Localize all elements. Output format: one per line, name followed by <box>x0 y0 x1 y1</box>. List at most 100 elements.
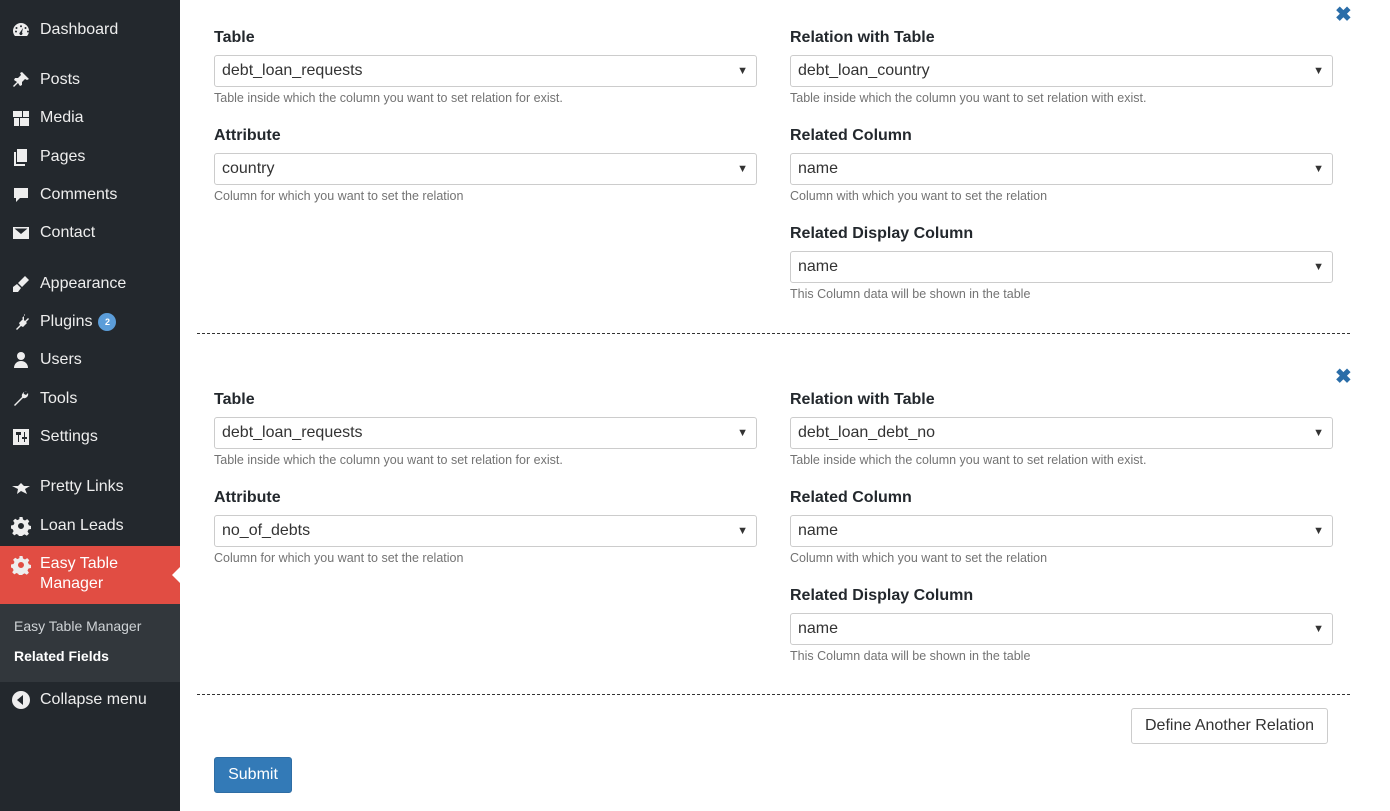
table-label: Table <box>214 29 255 46</box>
remove-relation-close-icon[interactable]: ✖ <box>1335 367 1352 387</box>
brush-icon <box>10 273 32 295</box>
admin-sidebar: Dashboard Posts Media Pages Comments Con… <box>0 0 180 811</box>
related-display-column-label: Related Display Column <box>790 225 974 242</box>
relation-table-help-text: Table inside which the column you want t… <box>790 91 1147 105</box>
dropdown-arrow-icon: ▼ <box>1313 65 1324 77</box>
related-column-label: Related Column <box>790 127 912 144</box>
table-help-text: Table inside which the column you want t… <box>214 91 563 105</box>
sidebar-item-label: Dashboard <box>40 21 119 38</box>
gear-icon <box>10 515 32 537</box>
define-another-relation-button[interactable]: Define Another Relation <box>1131 708 1328 744</box>
sidebar-item-label: Tools <box>40 390 78 407</box>
relation-table-select-value: debt_loan_country <box>798 62 930 79</box>
related-display-column-label: Related Display Column <box>790 587 974 604</box>
relation-table-label: Relation with Table <box>790 29 935 46</box>
collapse-icon <box>10 689 32 711</box>
table-select[interactable]: debt_loan_requests ▼ <box>214 55 757 87</box>
sidebar-item-pretty-links[interactable]: Pretty Links <box>0 469 180 505</box>
user-icon <box>10 349 32 371</box>
remove-relation-close-icon[interactable]: ✖ <box>1335 5 1352 25</box>
related-column-help-text: Column with which you want to set the re… <box>790 189 1048 203</box>
sidebar-item-label: Contact <box>40 224 96 241</box>
sidebar-item-label: Users <box>40 351 82 368</box>
gear-icon <box>10 554 32 576</box>
sidebar-item-contact[interactable]: Contact <box>0 215 180 251</box>
dashboard-icon <box>10 19 32 41</box>
relation-table-label: Relation with Table <box>790 391 935 408</box>
sidebar-item-comments[interactable]: Comments <box>0 177 180 213</box>
sidebar-item-label: Plugins <box>40 313 93 330</box>
sidebar-item-plugins[interactable]: Plugins 2 <box>0 304 180 340</box>
update-count-badge: 2 <box>98 313 117 331</box>
related-column-select[interactable]: name ▼ <box>790 153 1333 185</box>
collapse-menu-button[interactable]: Collapse menu <box>0 682 180 718</box>
related-display-column-select[interactable]: name ▼ <box>790 251 1333 283</box>
related-column-help-text: Column with which you want to set the re… <box>790 551 1048 565</box>
table-select[interactable]: debt_loan_requests ▼ <box>214 417 757 449</box>
attribute-help-text: Column for which you want to set the rel… <box>214 189 464 203</box>
dropdown-arrow-icon: ▼ <box>1313 427 1324 439</box>
dropdown-arrow-icon: ▼ <box>1313 261 1324 273</box>
sidebar-item-label: Pretty Links <box>40 478 124 495</box>
submenu: Easy Table Manager Related Fields <box>0 604 180 682</box>
settings-icon <box>10 426 32 448</box>
attribute-select-value: country <box>222 160 275 177</box>
dropdown-arrow-icon: ▼ <box>737 163 748 175</box>
related-display-column-help-text: This Column data will be shown in the ta… <box>790 287 1031 301</box>
related-display-column-select-value: name <box>798 258 839 275</box>
sidebar-item-dashboard[interactable]: Dashboard <box>0 12 180 48</box>
relation-table-select[interactable]: debt_loan_debt_no ▼ <box>790 417 1333 449</box>
relation-divider <box>197 694 1350 695</box>
table-label: Table <box>214 391 255 408</box>
sidebar-item-label: Comments <box>40 186 118 203</box>
sidebar-item-users[interactable]: Users <box>0 342 180 378</box>
sidebar-item-loan-leads[interactable]: Loan Leads <box>0 508 180 544</box>
relation-table-select[interactable]: debt_loan_country ▼ <box>790 55 1333 87</box>
related-column-select[interactable]: name ▼ <box>790 515 1333 547</box>
media-icon <box>10 107 32 129</box>
sidebar-item-posts[interactable]: Posts <box>0 62 180 98</box>
sidebar-item-label: Appearance <box>40 275 127 292</box>
submit-button[interactable]: Submit <box>214 757 292 793</box>
relation-table-select-value: debt_loan_debt_no <box>798 424 936 441</box>
submenu-item-easy-table-manager[interactable]: Easy Table Manager <box>14 618 141 634</box>
table-select-value: debt_loan_requests <box>222 62 363 79</box>
related-column-select-value: name <box>798 522 839 539</box>
attribute-help-text: Column for which you want to set the rel… <box>214 551 464 565</box>
sidebar-item-pages[interactable]: Pages <box>0 139 180 175</box>
sidebar-item-appearance[interactable]: Appearance <box>0 266 180 302</box>
relation-divider <box>197 333 1350 334</box>
pin-icon <box>10 69 32 91</box>
dropdown-arrow-icon: ▼ <box>737 65 748 77</box>
attribute-select[interactable]: country ▼ <box>214 153 757 185</box>
related-display-column-help-text: This Column data will be shown in the ta… <box>790 649 1031 663</box>
sidebar-item-media[interactable]: Media <box>0 100 180 136</box>
sidebar-item-easy-table-manager[interactable]: Easy Table Manager <box>0 546 180 604</box>
dropdown-arrow-icon: ▼ <box>1313 163 1324 175</box>
dropdown-arrow-icon: ▼ <box>1313 525 1324 537</box>
related-column-select-value: name <box>798 160 839 177</box>
sidebar-item-label: Posts <box>40 71 81 88</box>
table-help-text: Table inside which the column you want t… <box>214 453 563 467</box>
attribute-label: Attribute <box>214 127 281 144</box>
attribute-label: Attribute <box>214 489 281 506</box>
related-display-column-select[interactable]: name ▼ <box>790 613 1333 645</box>
dropdown-arrow-icon: ▼ <box>737 525 748 537</box>
sidebar-item-label: Collapse menu <box>40 691 147 708</box>
attribute-select[interactable]: no_of_debts ▼ <box>214 515 757 547</box>
sidebar-item-label: Settings <box>40 428 98 445</box>
table-select-value: debt_loan_requests <box>222 424 363 441</box>
sidebar-item-label: Pages <box>40 148 86 165</box>
sidebar-item-tools[interactable]: Tools <box>0 381 180 417</box>
mail-icon <box>10 222 32 244</box>
wrench-icon <box>10 388 32 410</box>
submenu-item-related-fields[interactable]: Related Fields <box>14 648 109 664</box>
pages-icon <box>10 146 32 168</box>
sidebar-item-settings[interactable]: Settings <box>0 419 180 455</box>
relation-table-help-text: Table inside which the column you want t… <box>790 453 1147 467</box>
sidebar-item-label: Loan Leads <box>40 517 124 534</box>
related-display-column-select-value: name <box>798 620 839 637</box>
dropdown-arrow-icon: ▼ <box>1313 623 1324 635</box>
main-content: ✖ Table debt_loan_requests ▼ Table inside… <box>180 0 1390 811</box>
star-icon <box>10 476 32 498</box>
